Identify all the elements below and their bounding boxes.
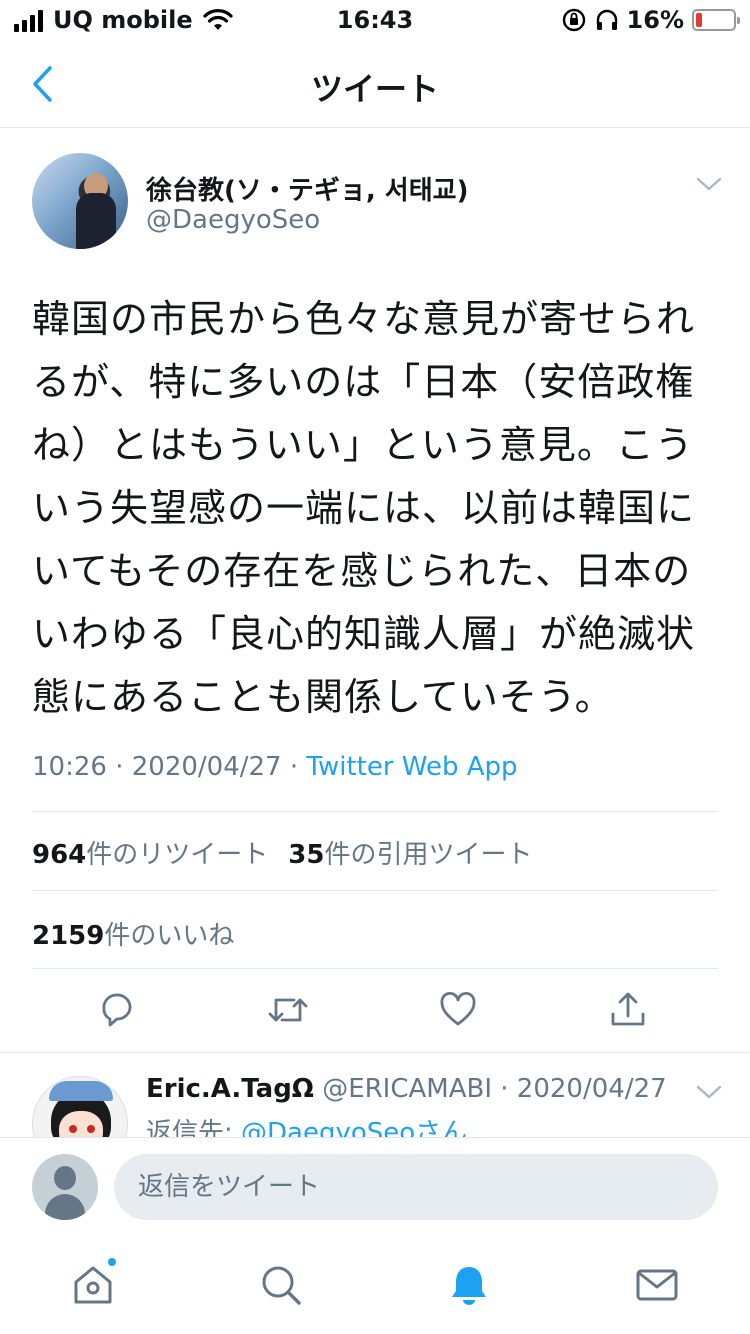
tweet-actions xyxy=(0,986,750,1040)
status-bar: UQ mobile 16:43 16% xyxy=(0,0,750,40)
divider xyxy=(0,1052,750,1053)
meta-separator: · xyxy=(115,752,124,782)
author-name[interactable]: 徐台教(ソ・テギョ, 서태교) xyxy=(146,170,468,207)
navigation-bar: ツイート xyxy=(0,40,750,128)
bell-icon xyxy=(452,1267,486,1305)
quotes-label: 件の引用ツイート xyxy=(324,840,533,870)
battery-percent: 16% xyxy=(626,6,684,34)
reply-author-name[interactable]: Eric.A.TagΩ xyxy=(146,1074,314,1104)
battery-level xyxy=(696,13,702,27)
reply-to-line: 返信先: @DaegyoSeoさん xyxy=(146,1112,467,1138)
retweet-button[interactable] xyxy=(264,986,312,1034)
likes-count: 2159 xyxy=(32,921,105,951)
reply-icon xyxy=(102,993,132,1027)
headphones-icon xyxy=(596,9,617,30)
share-button[interactable] xyxy=(604,986,652,1034)
page-title: ツイート xyxy=(310,70,439,108)
author-avatar[interactable] xyxy=(32,153,128,249)
retweets-stat[interactable]: 964件のリツイート xyxy=(32,840,268,870)
tab-messages[interactable] xyxy=(632,1260,682,1310)
stats-retweets-row: 964件のリツイート 35件の引用ツイート xyxy=(32,834,533,871)
reply-to-label: 返信先: xyxy=(146,1118,242,1138)
reply-button[interactable] xyxy=(94,986,142,1034)
reply-meta: @ERICAMABI · 2020/04/27 xyxy=(322,1074,667,1104)
divider xyxy=(32,890,718,891)
retweets-label: 件のリツイート xyxy=(86,840,269,870)
quotes-stat[interactable]: 35件の引用ツイート xyxy=(288,840,532,870)
home-icon xyxy=(74,1266,112,1304)
tab-bar xyxy=(0,1240,750,1334)
likes-label: 件のいいね xyxy=(104,921,235,951)
likes-stat[interactable]: 2159件のいいね xyxy=(32,921,234,951)
stats-likes-row: 2159件のいいね xyxy=(32,915,234,952)
reply-header: Eric.A.TagΩ @ERICAMABI · 2020/04/27 xyxy=(146,1074,667,1104)
tab-home[interactable] xyxy=(68,1256,118,1310)
reply-composer xyxy=(0,1137,750,1237)
retweets-count: 964 xyxy=(32,840,87,870)
divider xyxy=(32,968,718,969)
battery-icon xyxy=(692,9,740,31)
chevron-down-icon[interactable] xyxy=(694,172,724,196)
like-button[interactable] xyxy=(434,986,482,1034)
tab-search[interactable] xyxy=(256,1260,306,1310)
quotes-count: 35 xyxy=(288,840,325,870)
divider xyxy=(32,811,718,812)
chevron-down-icon[interactable] xyxy=(694,1080,724,1104)
tweet-source-link[interactable]: Twitter Web App xyxy=(306,752,517,782)
share-icon xyxy=(611,992,645,1026)
search-icon xyxy=(262,1266,301,1305)
user-avatar xyxy=(32,1154,98,1220)
heart-icon xyxy=(440,991,476,1026)
retweet-icon xyxy=(268,998,308,1022)
author-handle[interactable]: @DaegyoSeo xyxy=(146,205,320,235)
reply-to-mention[interactable]: @DaegyoSeoさん xyxy=(241,1118,467,1138)
mail-icon xyxy=(636,1269,678,1301)
status-right: 16% xyxy=(561,6,740,34)
tweet-date: 2020/04/27 xyxy=(131,752,282,782)
reply-input[interactable] xyxy=(114,1154,718,1220)
tweet-time: 10:26 xyxy=(32,752,107,782)
meta-separator: · xyxy=(289,752,299,782)
orientation-lock-icon xyxy=(562,8,585,32)
notification-dot xyxy=(106,1256,118,1268)
tweet-text: 韓国の市民から色々な意見が寄せられるが、特に多いのは「日本（安倍政権ね）とはもう… xyxy=(32,297,696,719)
tweet-meta: 10:26 · 2020/04/27 · Twitter Web App xyxy=(32,752,518,782)
tab-notifications[interactable] xyxy=(444,1260,494,1310)
